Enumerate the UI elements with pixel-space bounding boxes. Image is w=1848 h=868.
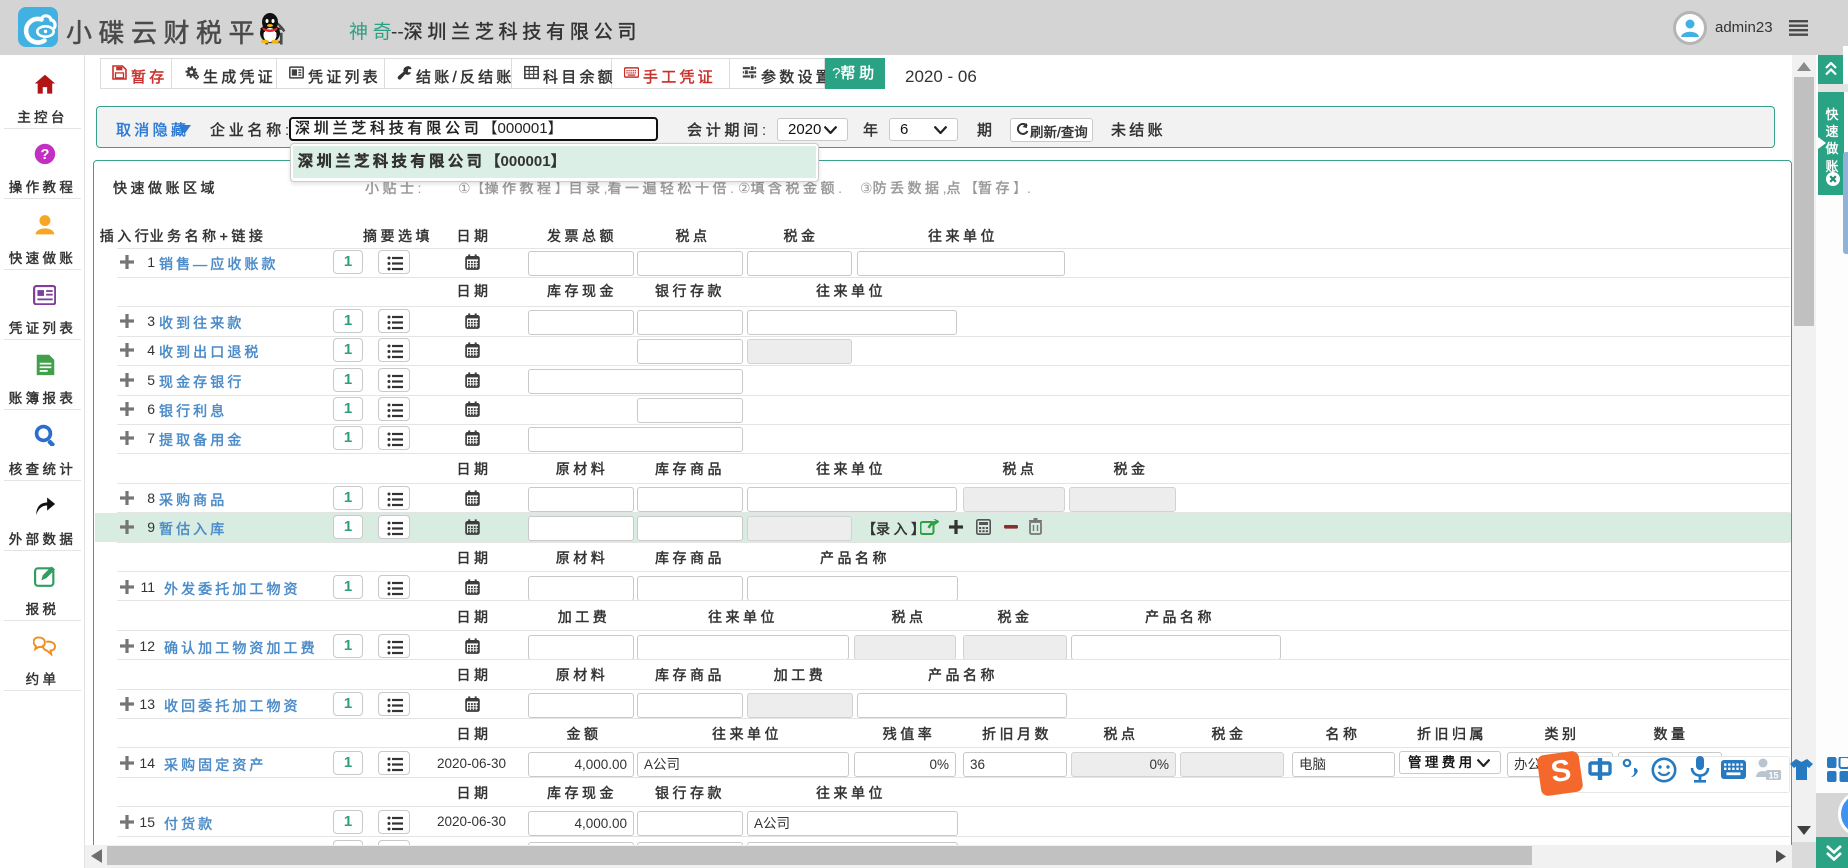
svg-text:?: ? — [40, 147, 49, 163]
svg-text:15: 15 — [1768, 771, 1778, 781]
